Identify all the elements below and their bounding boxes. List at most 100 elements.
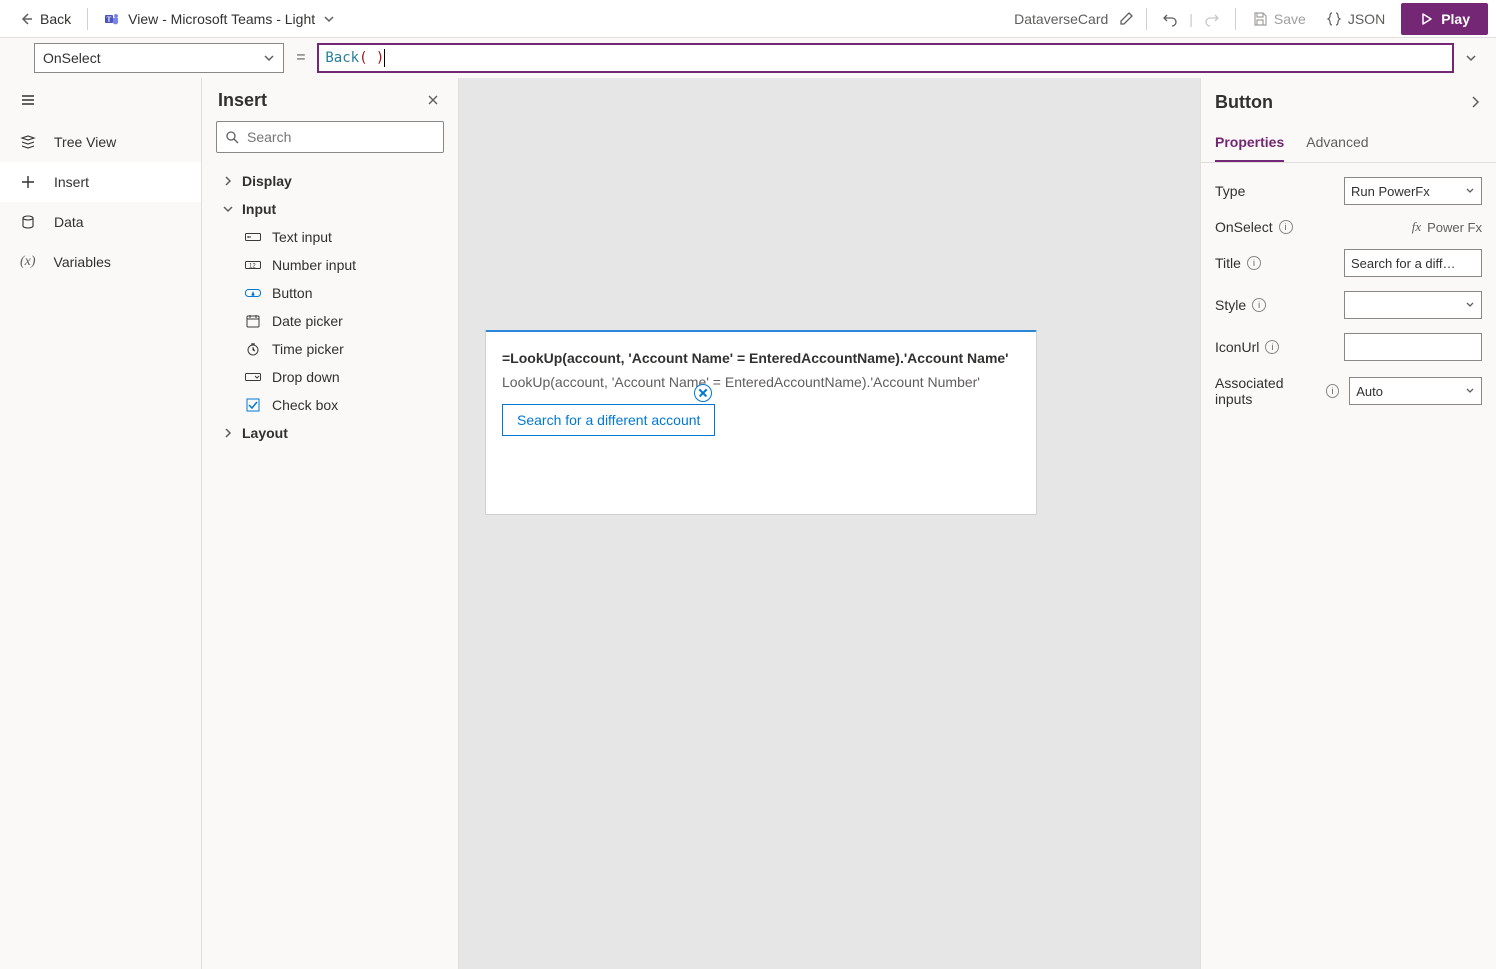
formula-fn: Back — [325, 50, 359, 66]
hamburger-icon — [20, 92, 36, 108]
redo-button[interactable] — [1195, 3, 1229, 35]
save-button[interactable]: Save — [1242, 3, 1316, 35]
tab-advanced[interactable]: Advanced — [1306, 126, 1368, 162]
play-label: Play — [1441, 11, 1470, 27]
plus-icon — [20, 174, 36, 190]
property-selector-value: OnSelect — [43, 50, 101, 66]
info-icon[interactable]: i — [1265, 340, 1279, 354]
category-input[interactable]: Input — [212, 195, 448, 223]
chevron-down-icon — [323, 13, 335, 25]
prop-onselect-link[interactable]: fx Power Fx — [1412, 219, 1482, 235]
insert-check-box[interactable]: Check box — [212, 391, 448, 419]
card-search-button[interactable]: Search for a different account — [502, 404, 715, 436]
insert-time-picker[interactable]: Time picker — [212, 335, 448, 363]
insert-search-input[interactable] — [247, 129, 435, 145]
main-layout: Tree View Insert Data (x) Variables Inse… — [0, 78, 1496, 969]
chevron-down-icon — [1465, 186, 1475, 196]
card-title: =LookUp(account, 'Account Name' = Entere… — [502, 350, 1020, 366]
formula-bar: OnSelect = Back( ) — [0, 38, 1496, 78]
insert-search[interactable] — [216, 121, 444, 153]
variable-icon: (x) — [20, 254, 36, 270]
category-label: Layout — [242, 425, 288, 441]
card-preview[interactable]: =LookUp(account, 'Account Name' = Entere… — [485, 330, 1037, 515]
properties-panel: Button Properties Advanced Type Run Powe… — [1200, 78, 1496, 969]
category-display[interactable]: Display — [212, 167, 448, 195]
rail-data[interactable]: Data — [0, 202, 201, 242]
prop-label: Type — [1215, 183, 1245, 199]
prop-style-select[interactable] — [1344, 291, 1482, 319]
chevron-right-icon[interactable] — [1468, 95, 1482, 109]
arrow-left-icon — [18, 11, 34, 27]
top-bar: Back T View - Microsoft Teams - Light Da… — [0, 0, 1496, 38]
clock-icon — [244, 342, 262, 356]
category-layout[interactable]: Layout — [212, 419, 448, 447]
prop-row-associated-inputs: Associated inputsi Auto — [1215, 375, 1482, 407]
back-label: Back — [40, 11, 71, 27]
play-button[interactable]: Play — [1401, 3, 1488, 35]
prop-associated-select[interactable]: Auto — [1349, 377, 1482, 405]
selection-handle-icon[interactable] — [694, 384, 712, 402]
properties-header: Button — [1201, 78, 1496, 126]
equals-icon: = — [284, 38, 317, 78]
undo-button[interactable] — [1153, 3, 1187, 35]
checkbox-icon — [244, 398, 262, 412]
calendar-icon — [244, 314, 262, 328]
canvas[interactable]: =LookUp(account, 'Account Name' = Entere… — [459, 78, 1200, 969]
chevron-right-icon — [222, 176, 234, 186]
chevron-down-icon — [1465, 386, 1475, 396]
rail-label: Insert — [54, 174, 89, 190]
fx-icon: fx — [1412, 219, 1421, 235]
pencil-icon — [1118, 11, 1134, 27]
braces-icon — [1326, 11, 1342, 27]
svg-text:T: T — [107, 15, 112, 23]
document-name[interactable]: DataverseCard — [1008, 11, 1140, 27]
insert-text-input[interactable]: Text input — [212, 223, 448, 251]
tab-properties[interactable]: Properties — [1215, 126, 1284, 162]
teams-icon: T — [104, 11, 120, 27]
insert-item-label: Number input — [272, 257, 356, 273]
prop-iconurl-input[interactable] — [1344, 333, 1482, 361]
hamburger-button[interactable] — [0, 78, 201, 122]
formula-input[interactable]: Back( ) — [317, 43, 1454, 73]
prop-type-select[interactable]: Run PowerFx — [1344, 177, 1482, 205]
rail-insert[interactable]: Insert — [0, 162, 201, 202]
prop-row-iconurl: IconUrli — [1215, 333, 1482, 361]
insert-date-picker[interactable]: Date picker — [212, 307, 448, 335]
insert-number-input[interactable]: 12 Number input — [212, 251, 448, 279]
undo-icon — [1162, 11, 1178, 27]
dropdown-icon — [244, 371, 262, 383]
prop-row-title: Titlei Search for a differe... — [1215, 249, 1482, 277]
close-icon[interactable] — [426, 93, 442, 109]
play-icon — [1419, 12, 1433, 26]
rail-variables[interactable]: (x) Variables — [0, 242, 201, 282]
insert-button[interactable]: Button — [212, 279, 448, 307]
card-button-label: Search for a different account — [517, 412, 700, 428]
json-button[interactable]: JSON — [1316, 3, 1395, 35]
info-icon[interactable]: i — [1247, 256, 1261, 270]
rail-label: Data — [54, 214, 84, 230]
properties-title: Button — [1215, 92, 1273, 113]
save-icon — [1252, 11, 1268, 27]
divider — [1235, 8, 1236, 30]
property-selector[interactable]: OnSelect — [34, 43, 284, 73]
prop-title-input[interactable]: Search for a differe... — [1344, 249, 1482, 277]
card-subtitle: LookUp(account, 'Account Name' = Entered… — [502, 374, 1020, 390]
insert-drop-down[interactable]: Drop down — [212, 363, 448, 391]
info-icon[interactable]: i — [1326, 384, 1339, 398]
prop-associated-value: Auto — [1356, 384, 1383, 399]
theme-selector[interactable]: T View - Microsoft Teams - Light — [94, 3, 345, 35]
properties-tabs: Properties Advanced — [1201, 126, 1496, 163]
back-button[interactable]: Back — [8, 3, 81, 35]
prop-label: Titlei — [1215, 255, 1261, 271]
rail-tree-view[interactable]: Tree View — [0, 122, 201, 162]
prop-row-type: Type Run PowerFx — [1215, 177, 1482, 205]
prop-title-value: Search for a differe... — [1351, 256, 1461, 271]
formula-expand-button[interactable] — [1454, 38, 1488, 78]
tree-icon — [20, 134, 36, 150]
info-icon[interactable]: i — [1252, 298, 1266, 312]
chevron-down-icon — [222, 204, 234, 214]
info-icon[interactable]: i — [1279, 220, 1293, 234]
insert-item-label: Button — [272, 285, 312, 301]
prop-label: IconUrli — [1215, 339, 1279, 355]
text-input-icon — [244, 231, 262, 243]
